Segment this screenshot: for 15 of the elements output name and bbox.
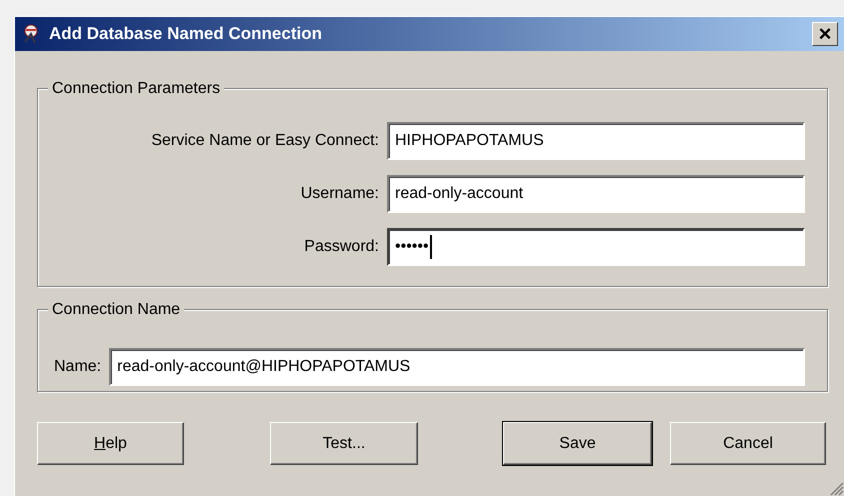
- dialog-button[interactable]: Help: [37, 422, 184, 465]
- dialog-button[interactable]: Save: [503, 422, 652, 465]
- field-label: Name:: [54, 357, 102, 377]
- text-field[interactable]: ••••••: [387, 228, 805, 266]
- resize-grip-icon[interactable]: [828, 480, 844, 496]
- dialog-button[interactable]: Cancel: [670, 422, 826, 465]
- field-label: Password:: [303, 237, 379, 257]
- text-field[interactable]: read-only-account@HIPHOPAPOTAMUS: [109, 348, 805, 386]
- field-label: Username:: [300, 184, 379, 204]
- close-button[interactable]: ×: [812, 22, 838, 46]
- text-field[interactable]: HIPHOPAPOTAMUS: [387, 122, 805, 160]
- dialog-button[interactable]: Test...: [270, 422, 418, 465]
- field-label: Service Name or Easy Connect:: [150, 131, 379, 151]
- window-title: Add Database Named Connection: [49, 23, 323, 46]
- text-field[interactable]: read-only-account: [387, 175, 805, 213]
